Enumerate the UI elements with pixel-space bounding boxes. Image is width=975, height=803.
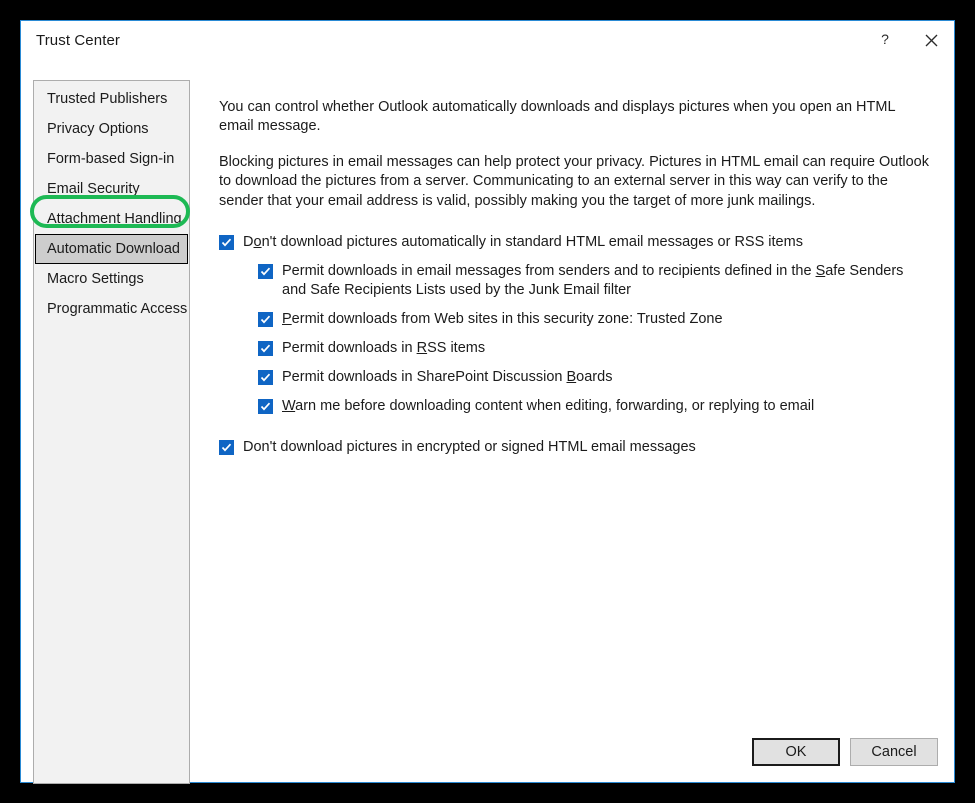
- option-label-accelerator: o: [253, 234, 262, 250]
- option-permit-downloads-web-sites-security-zone[interactable]: Permit downloads from Web sites in this …: [258, 310, 938, 329]
- option-label: Don't download pictures automatically in…: [243, 233, 803, 252]
- sidebar-item-form-based-sign-in[interactable]: Form-based Sign-in: [35, 144, 188, 174]
- screen-backdrop: Trust Center ? Trusted Publishers Privac…: [0, 0, 975, 803]
- option-label-pre: Permit downloads in: [282, 340, 417, 356]
- sidebar-item-label: Form-based Sign-in: [47, 151, 175, 167]
- option-label-post: SS items: [427, 340, 486, 356]
- checkbox-checked-icon[interactable]: [219, 235, 234, 250]
- option-label-accelerator: P: [282, 311, 292, 327]
- checkbox-checked-icon[interactable]: [258, 312, 273, 327]
- title-bar: Trust Center ?: [21, 21, 954, 59]
- option-dont-download-pictures-automatically[interactable]: Don't download pictures automatically in…: [219, 233, 938, 252]
- option-dont-download-pictures-encrypted-signed[interactable]: Don't download pictures in encrypted or …: [219, 438, 938, 457]
- category-list[interactable]: Trusted Publishers Privacy Options Form-…: [33, 80, 190, 784]
- cancel-button[interactable]: Cancel: [850, 738, 938, 766]
- option-label-pre: Permit downloads in SharePoint Discussio…: [282, 369, 567, 385]
- trust-center-dialog: Trust Center ? Trusted Publishers Privac…: [20, 20, 955, 784]
- checkbox-checked-icon[interactable]: [258, 399, 273, 414]
- sidebar-item-trusted-publishers[interactable]: Trusted Publishers: [35, 84, 188, 114]
- sidebar-item-macro-settings[interactable]: Macro Settings: [35, 264, 188, 294]
- option-label-pre: Permit downloads in email messages from …: [282, 263, 816, 279]
- option-label-accelerator: B: [566, 369, 577, 385]
- option-label: Permit downloads in RSS items: [282, 339, 485, 358]
- close-button[interactable]: [908, 21, 954, 59]
- sidebar-item-label: Trusted Publishers: [47, 91, 168, 107]
- sidebar-item-label: Email Security: [47, 181, 140, 197]
- option-label-pre: D: [243, 234, 254, 250]
- sidebar-item-privacy-options[interactable]: Privacy Options: [35, 114, 188, 144]
- option-label: Don't download pictures in encrypted or …: [243, 438, 696, 457]
- checkbox-checked-icon[interactable]: [258, 341, 273, 356]
- sidebar-item-automatic-download[interactable]: Automatic Download: [35, 234, 188, 264]
- sidebar-item-label: Automatic Download: [47, 241, 180, 257]
- option-label: Permit downloads in email messages from …: [282, 262, 922, 300]
- sidebar-item-label: Privacy Options: [47, 121, 149, 137]
- ok-button[interactable]: OK: [752, 738, 840, 766]
- window-title: Trust Center: [36, 31, 121, 49]
- content-pane: You can control whether Outlook automati…: [219, 83, 938, 457]
- option-label-accelerator: S: [815, 263, 826, 279]
- option-label-post: oards: [576, 369, 613, 385]
- svg-text:?: ?: [881, 32, 889, 47]
- option-label: Permit downloads in SharePoint Discussio…: [282, 368, 612, 387]
- sidebar-item-label: Programmatic Access: [47, 301, 188, 317]
- help-button[interactable]: ?: [862, 21, 908, 59]
- dialog-body: Trusted Publishers Privacy Options Form-…: [21, 59, 954, 784]
- option-label-post: ermit downloads from Web sites in this s…: [291, 311, 723, 327]
- option-label-accelerator: R: [416, 340, 428, 356]
- option-label-post: arn me before downloading content when e…: [295, 398, 815, 414]
- automatic-download-options: Don't download pictures automatically in…: [219, 233, 938, 457]
- option-label-post: n't download pictures automatically in s…: [261, 234, 803, 250]
- option-permit-downloads-rss-items[interactable]: Permit downloads in RSS items: [258, 339, 938, 358]
- description-paragraph-1: You can control whether Outlook automati…: [219, 98, 895, 135]
- checkbox-checked-icon[interactable]: [219, 440, 234, 455]
- option-permit-downloads-safe-senders[interactable]: Permit downloads in email messages from …: [258, 262, 938, 300]
- option-label-pre: Don't download pictures in encrypted or …: [243, 439, 696, 455]
- checkbox-checked-icon[interactable]: [258, 370, 273, 385]
- description-paragraph-2: Blocking pictures in email messages can …: [219, 153, 929, 209]
- option-warn-before-downloading-content[interactable]: Warn me before downloading content when …: [258, 397, 938, 416]
- sidebar-item-label: Attachment Handling: [47, 211, 182, 227]
- sidebar-item-attachment-handling[interactable]: Attachment Handling: [35, 204, 188, 234]
- checkbox-checked-icon[interactable]: [258, 264, 273, 279]
- sidebar-item-programmatic-access[interactable]: Programmatic Access: [35, 294, 188, 324]
- option-label: Permit downloads from Web sites in this …: [282, 310, 723, 329]
- dialog-footer: OK Cancel: [752, 738, 938, 766]
- option-permit-downloads-sharepoint-discussion-boards[interactable]: Permit downloads in SharePoint Discussio…: [258, 368, 938, 387]
- option-label: Warn me before downloading content when …: [282, 397, 814, 416]
- option-label-accelerator: W: [282, 398, 296, 414]
- sidebar-item-label: Macro Settings: [47, 271, 144, 287]
- sidebar-item-email-security[interactable]: Email Security: [35, 174, 188, 204]
